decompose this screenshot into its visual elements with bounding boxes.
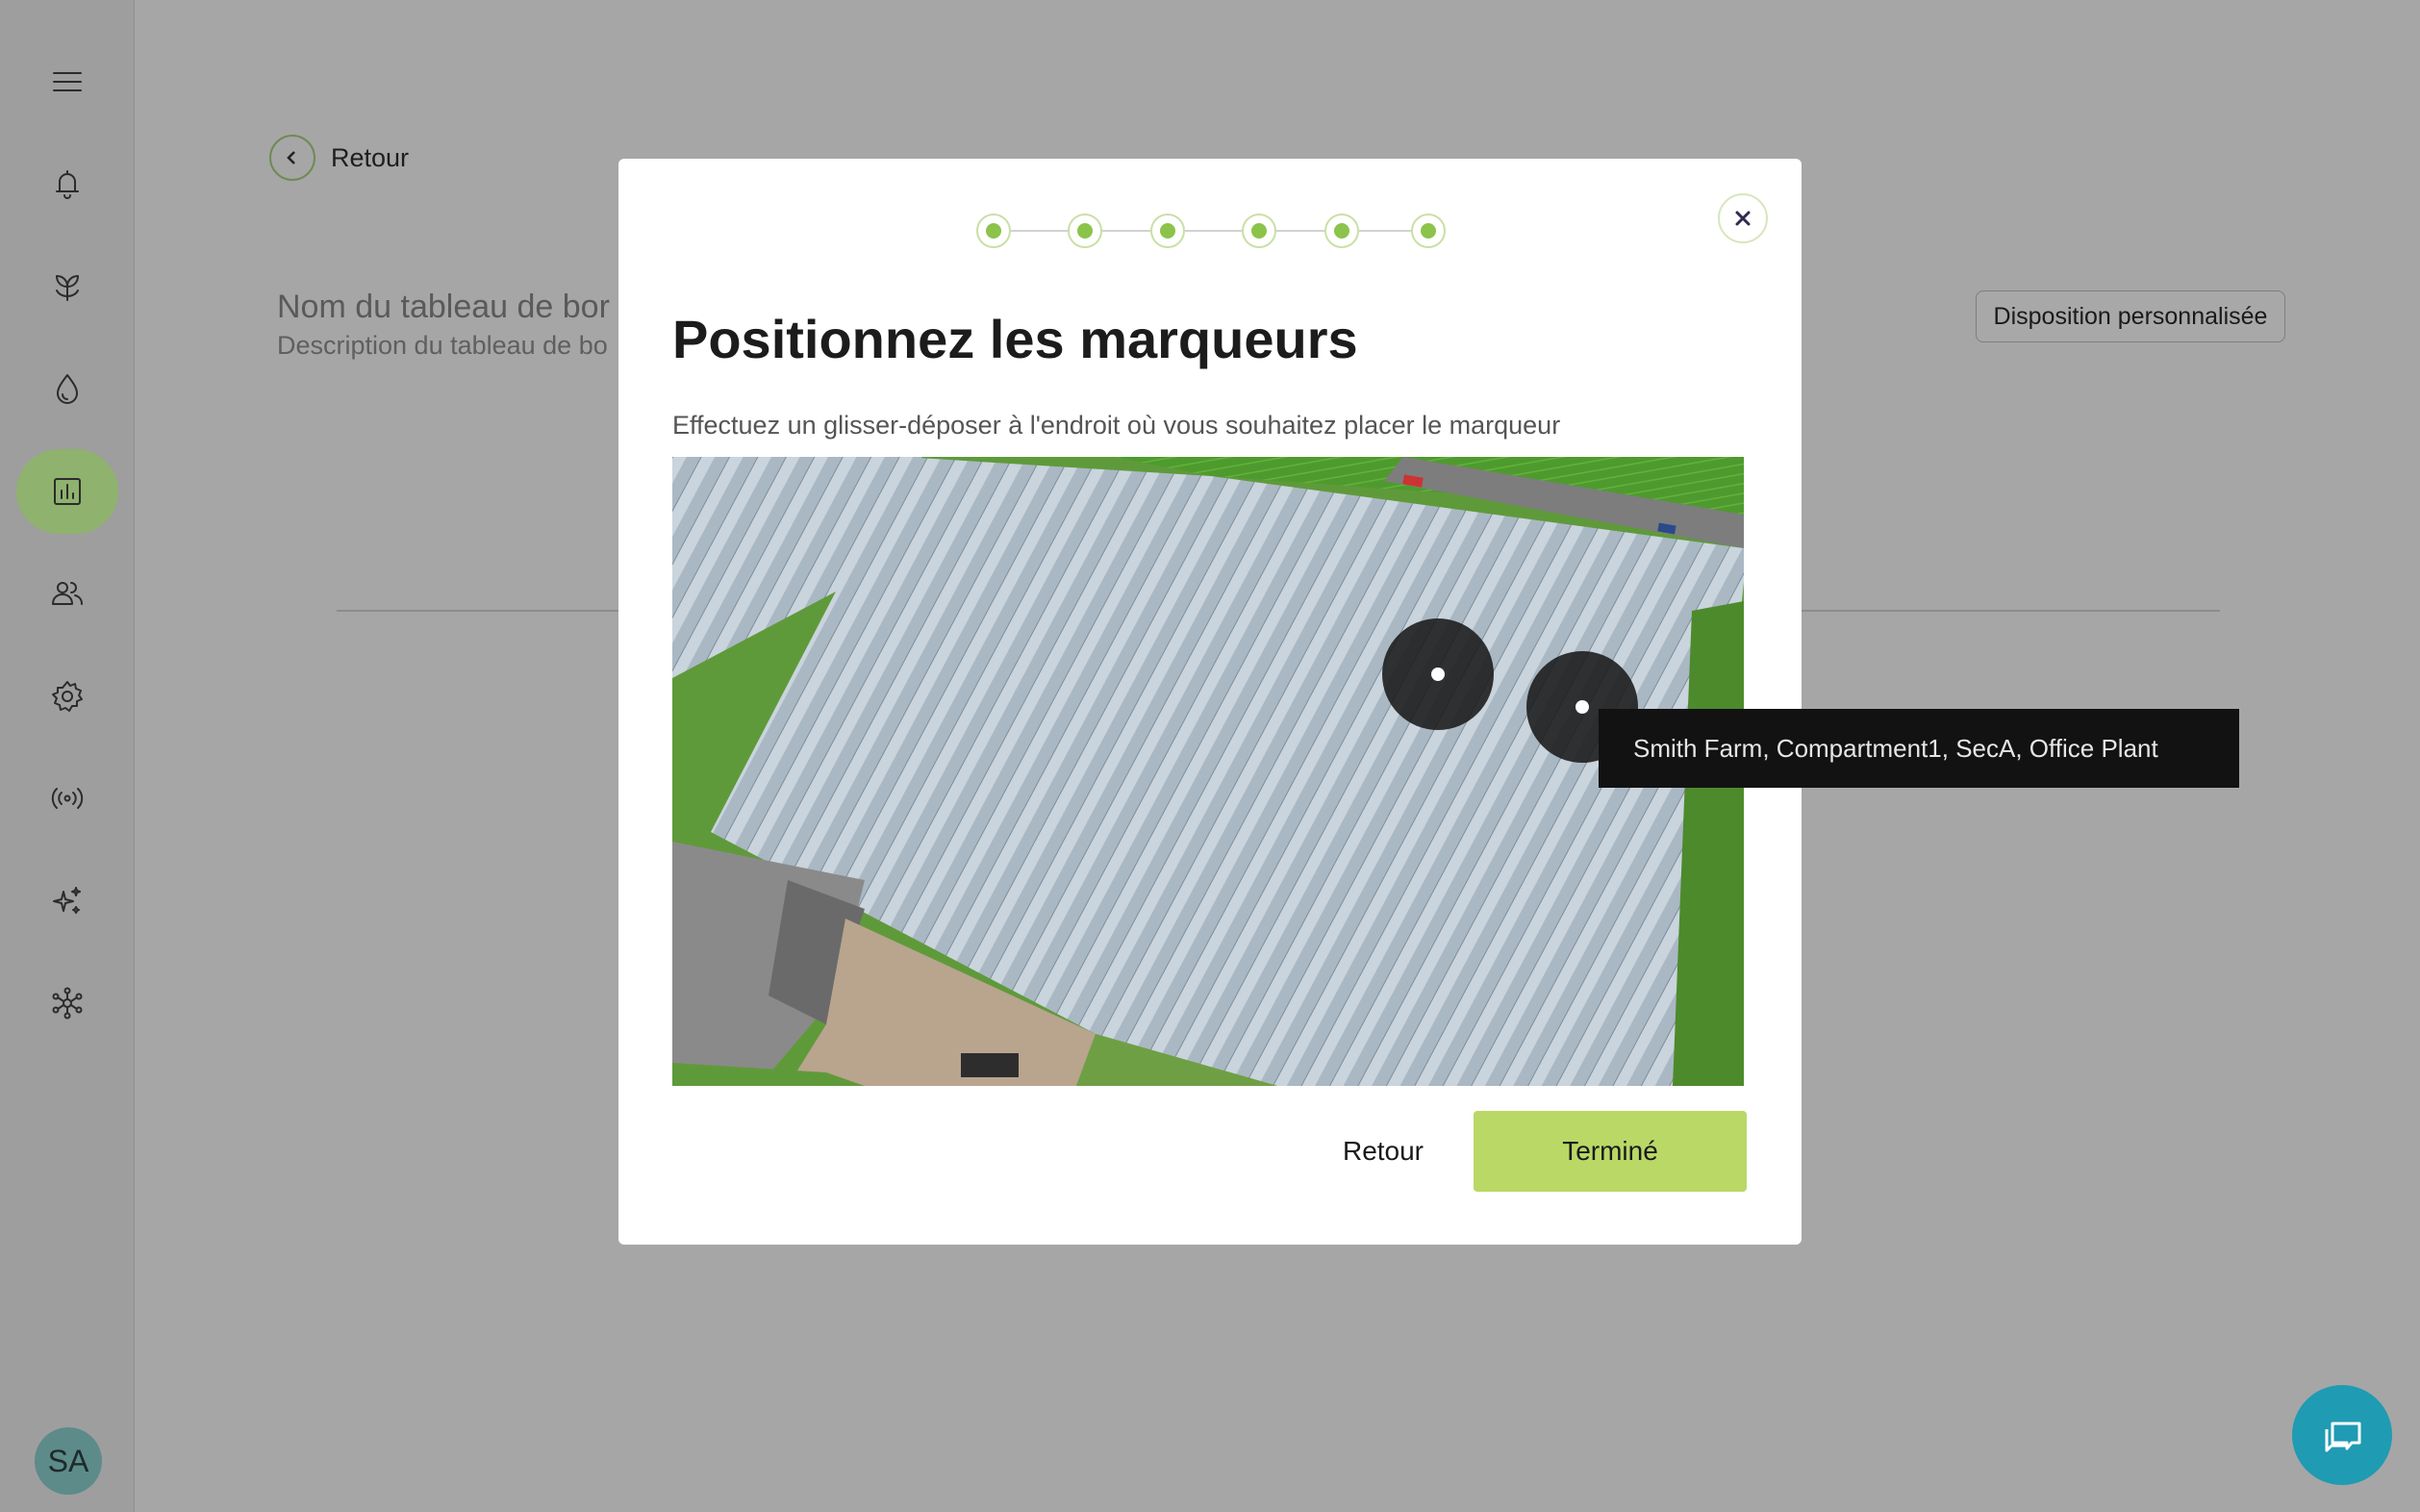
sidebar: SA [0, 0, 135, 1512]
done-button[interactable]: Terminé [1474, 1111, 1747, 1192]
back-link[interactable]: Retour [269, 135, 409, 181]
map-marker[interactable] [1382, 618, 1494, 730]
bell-icon [56, 170, 79, 199]
menu-button[interactable] [16, 39, 118, 124]
avatar[interactable]: SA [35, 1427, 102, 1495]
step-4 [1242, 214, 1276, 248]
sidebar-item-notifications[interactable] [16, 141, 118, 226]
sidebar-item-network[interactable] [16, 961, 118, 1046]
step-connector [1276, 230, 1324, 232]
gear-icon [52, 681, 83, 712]
step-connector [1359, 230, 1411, 232]
custom-layout-button[interactable]: Disposition personnalisée [1976, 290, 2285, 342]
sidebar-item-irrigation[interactable] [16, 346, 118, 431]
step-5 [1324, 214, 1359, 248]
step-2 [1068, 214, 1102, 248]
dashboard-name: Nom du tableau de bor [277, 289, 610, 325]
step-1 [976, 214, 1011, 248]
menu-icon [53, 72, 82, 91]
sparkles-icon [53, 887, 81, 914]
modal-subtitle: Effectuez un glisser-déposer à l'endroit… [672, 411, 1561, 440]
broadcast-icon [51, 788, 84, 809]
sidebar-item-ai[interactable] [16, 859, 118, 944]
water-drop-icon [57, 374, 78, 404]
dashboard-description: Description du tableau de bo [277, 331, 608, 360]
modal-title: Positionnez les marqueurs [672, 309, 1358, 369]
chat-button[interactable] [2292, 1385, 2392, 1485]
step-6 [1411, 214, 1446, 248]
chevron-left-icon [287, 151, 295, 164]
plant-icon [56, 275, 79, 301]
marker-tooltip: Smith Farm, Compartment1, SecA, Office P… [1599, 709, 2239, 788]
close-button[interactable] [1718, 193, 1768, 243]
step-3 [1150, 214, 1185, 248]
marker-modal: Positionnez les marqueurs Effectuez un g… [618, 159, 1802, 1245]
greenhouse-map[interactable] [672, 457, 1744, 1086]
network-icon [52, 987, 83, 1020]
back-button[interactable]: Retour [1273, 1111, 1494, 1192]
users-icon [52, 582, 83, 605]
back-label: Retour [331, 142, 410, 172]
close-icon [1735, 211, 1751, 226]
sidebar-item-users[interactable] [16, 551, 118, 636]
sidebar-item-sensors[interactable] [16, 756, 118, 841]
dashboard-chart-icon [54, 478, 81, 505]
stepper [976, 214, 1446, 248]
sidebar-item-dashboards[interactable] [16, 449, 118, 534]
back-circle [269, 135, 315, 181]
step-connector [1011, 230, 1068, 232]
sidebar-item-crops[interactable] [16, 244, 118, 329]
chat-icon [2325, 1422, 2361, 1452]
step-connector [1185, 230, 1242, 232]
step-connector [1102, 230, 1150, 232]
greenhouse-aerial-image [672, 457, 1744, 1086]
sidebar-item-settings[interactable] [16, 654, 118, 739]
